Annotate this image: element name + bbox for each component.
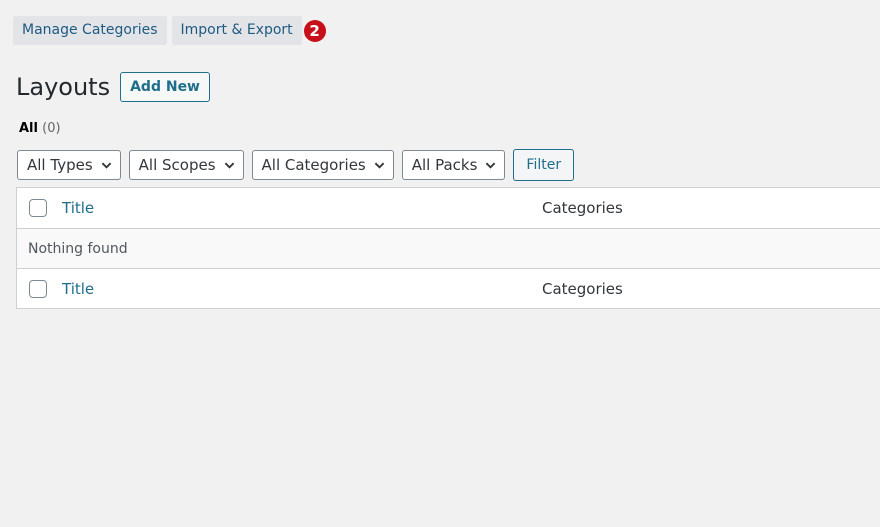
select-all-checkbox[interactable] xyxy=(29,199,47,217)
empty-message: Nothing found xyxy=(28,240,128,257)
table-header-row: Title Categories xyxy=(17,188,880,228)
chevron-down-icon xyxy=(486,162,496,169)
type-select-value: All Types xyxy=(27,156,93,174)
title-column-header[interactable]: Title xyxy=(62,199,94,217)
step-number-badge: 2 xyxy=(303,19,326,42)
pack-select-value: All Packs xyxy=(411,156,478,174)
page-title: Layouts xyxy=(16,73,111,101)
filter-bar: All Types All Scopes All Categories All … xyxy=(17,149,575,181)
view-all-link[interactable]: All xyxy=(19,121,38,136)
add-new-button[interactable]: Add New xyxy=(120,72,210,102)
title-column-footer[interactable]: Title xyxy=(62,280,94,298)
chevron-down-icon xyxy=(101,162,111,169)
category-select-value: All Categories xyxy=(261,156,366,174)
table-footer-row: Title Categories xyxy=(17,268,880,308)
import-export-button[interactable]: Import & Export xyxy=(171,16,302,45)
categories-column-header: Categories xyxy=(542,199,623,217)
category-select[interactable]: All Categories xyxy=(251,150,394,180)
type-select[interactable]: All Types xyxy=(17,150,121,180)
layouts-table: Title Categories Nothing found Title Cat… xyxy=(16,187,880,309)
table-row: Nothing found xyxy=(17,228,880,268)
scope-select-value: All Scopes xyxy=(138,156,216,174)
categories-column-footer: Categories xyxy=(542,279,623,298)
select-all-checkbox-footer[interactable] xyxy=(29,280,47,298)
manage-categories-button[interactable]: Manage Categories xyxy=(13,16,167,45)
view-filters: All (0) xyxy=(19,121,61,136)
sub-navigation: Manage Categories Import & Export 2 xyxy=(13,16,326,45)
view-all-count: (0) xyxy=(42,121,61,136)
chevron-down-icon xyxy=(224,162,234,169)
pack-select[interactable]: All Packs xyxy=(401,150,506,180)
filter-button[interactable]: Filter xyxy=(513,149,575,181)
scope-select[interactable]: All Scopes xyxy=(128,150,244,180)
chevron-down-icon xyxy=(374,162,385,169)
page-header: Layouts Add New xyxy=(16,72,210,102)
